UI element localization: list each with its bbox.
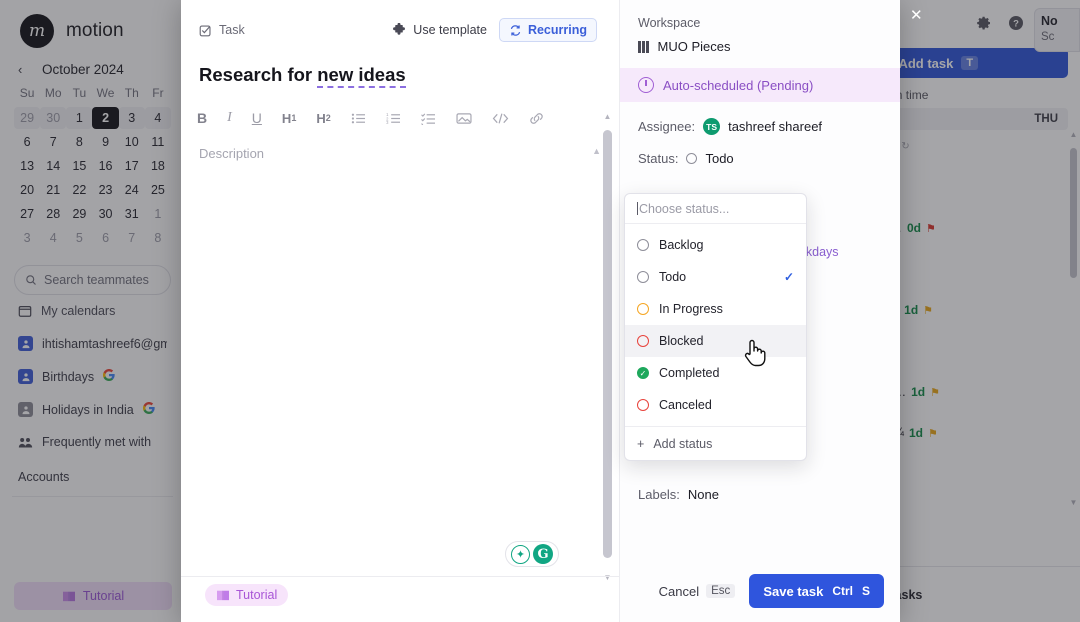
- cancel-shortcut: Esc: [706, 584, 736, 598]
- workspace-icon: [638, 40, 649, 53]
- task-type-label: Task: [219, 23, 245, 37]
- selected-check-icon: ✓: [783, 270, 794, 284]
- italic-button[interactable]: I: [227, 110, 232, 126]
- link-button[interactable]: [529, 112, 544, 125]
- status-option-label: Todo: [659, 270, 687, 284]
- workspace-value: MUO Pieces: [657, 39, 731, 54]
- collapse-caret-icon[interactable]: ▲: [592, 146, 601, 156]
- task-check-icon: [199, 24, 211, 36]
- editor-scrollbar[interactable]: ▲ ▼: [602, 112, 613, 582]
- workspace-section: Workspace MUO Pieces: [620, 0, 900, 54]
- grammarly-widget[interactable]: ✦ G: [505, 541, 559, 567]
- save-task-button[interactable]: Save task Ctrl S: [749, 574, 884, 608]
- status-search-placeholder: Choose status...: [639, 201, 730, 216]
- bold-button[interactable]: B: [197, 110, 207, 126]
- save-shortcut-ctrl: Ctrl: [832, 584, 853, 598]
- grammarly-logo-icon[interactable]: G: [533, 544, 553, 564]
- checklist-button[interactable]: [420, 112, 436, 125]
- task-title-highlight: new ideas: [317, 64, 406, 88]
- editor-scroll-thumb[interactable]: [603, 130, 612, 558]
- code-button[interactable]: [492, 112, 509, 125]
- task-properties-pane: Workspace MUO Pieces Auto-scheduled (Pen…: [620, 0, 900, 622]
- labels-value: None: [687, 487, 719, 502]
- save-shortcut-s: S: [861, 584, 870, 598]
- svg-text:3: 3: [386, 120, 389, 125]
- status-circle-icon: ✓: [637, 367, 649, 379]
- close-icon[interactable]: ✕: [910, 6, 923, 24]
- description-field[interactable]: Description ▲: [181, 126, 619, 161]
- status-options-list: Backlog Todo ✓ In Progress Blocked ✓ Completed…: [625, 224, 806, 426]
- task-type-indicator: Task: [199, 23, 245, 37]
- app-root: m motion ‹ October 2024 Su Mo Tu We Th Fr 29 30…: [0, 0, 1080, 622]
- workspace-selector[interactable]: MUO Pieces: [638, 39, 882, 54]
- task-editor-pane: Task Use template Recurring Research for…: [181, 0, 620, 622]
- book-icon: [217, 590, 229, 601]
- status-option-completed[interactable]: ✓ Completed: [625, 357, 806, 389]
- auto-scheduled-label: Auto-scheduled (Pending): [663, 77, 814, 93]
- status-circle-icon: [637, 399, 649, 411]
- task-title[interactable]: Research for new ideas: [181, 42, 619, 88]
- grammarly-suggestion-icon[interactable]: ✦: [511, 544, 530, 564]
- modal-tutorial-label: Tutorial: [236, 588, 278, 602]
- auto-scheduled-banner[interactable]: Auto-scheduled (Pending): [620, 68, 900, 102]
- cancel-label: Cancel: [658, 583, 700, 599]
- text-cursor: [637, 202, 638, 215]
- status-dropdown[interactable]: Choose status... Backlog Todo ✓ In Progress…: [624, 193, 807, 461]
- insert-image-button[interactable]: [456, 112, 472, 125]
- recurring-icon: [510, 24, 521, 36]
- status-option-label: In Progress: [659, 302, 723, 316]
- underline-button[interactable]: U: [252, 110, 262, 126]
- use-template-label: Use template: [413, 23, 487, 37]
- labels-label: Labels:: [638, 487, 680, 502]
- assignee-avatar: TS: [703, 118, 721, 135]
- status-circle-icon: [637, 271, 649, 283]
- modal-header: Task Use template Recurring: [181, 0, 619, 42]
- status-option-todo[interactable]: Todo ✓: [625, 261, 806, 293]
- heading2-button[interactable]: H2: [316, 111, 330, 126]
- add-status-button[interactable]: + Add status: [625, 426, 806, 460]
- task-modal: Task Use template Recurring Research for…: [181, 0, 900, 622]
- status-option-backlog[interactable]: Backlog: [625, 229, 806, 261]
- status-option-blocked[interactable]: Blocked: [625, 325, 806, 357]
- recurring-button[interactable]: Recurring: [498, 18, 597, 42]
- assignee-value: tashreef shareef: [728, 119, 823, 134]
- status-option-in-progress[interactable]: In Progress: [625, 293, 806, 325]
- status-row[interactable]: Status: Todo: [620, 151, 900, 166]
- cancel-button[interactable]: Cancel Esc: [659, 584, 736, 599]
- modal-tutorial-button[interactable]: Tutorial: [205, 584, 289, 606]
- bulleted-list-button[interactable]: [351, 112, 366, 125]
- recurring-label: Recurring: [527, 23, 587, 37]
- heading1-button[interactable]: H1: [282, 111, 296, 126]
- plus-icon: +: [637, 436, 645, 451]
- numbered-list-button[interactable]: 123: [386, 112, 401, 125]
- description-placeholder: Description: [199, 146, 265, 161]
- save-label: Save task: [763, 583, 824, 599]
- status-circle-icon: [637, 239, 649, 251]
- status-search-input[interactable]: Choose status...: [625, 194, 806, 224]
- editor-scroll-up-icon[interactable]: ▲: [602, 112, 613, 121]
- add-status-label: Add status: [653, 436, 713, 451]
- status-option-label: Canceled: [659, 398, 712, 412]
- status-option-canceled[interactable]: Canceled: [625, 389, 806, 421]
- status-label: Status:: [638, 151, 679, 166]
- use-template-button[interactable]: Use template: [392, 23, 487, 37]
- modal-header-actions: Use template Recurring: [392, 18, 597, 42]
- status-circle-icon: [637, 303, 649, 315]
- status-circle-icon: [686, 153, 698, 164]
- status-option-label: Completed: [659, 366, 720, 380]
- status-option-label: Backlog: [659, 238, 704, 252]
- labels-row[interactable]: Labels: None: [638, 487, 719, 502]
- assignee-label: Assignee:: [638, 119, 696, 134]
- mouse-cursor-pointer: [744, 339, 766, 367]
- clock-icon: [638, 77, 654, 93]
- assignee-row[interactable]: Assignee: TS tashreef shareef: [620, 118, 900, 135]
- status-option-label: Blocked: [659, 334, 704, 348]
- modal-footer: Cancel Esc Save task Ctrl S: [620, 560, 900, 622]
- status-value: Todo: [705, 151, 734, 166]
- task-title-prefix: Research for: [199, 64, 318, 85]
- workspace-label: Workspace: [638, 16, 701, 30]
- editor-toolbar: B I U H1 H2 123: [181, 86, 619, 126]
- status-circle-icon: [637, 335, 649, 347]
- puzzle-icon: [393, 23, 406, 35]
